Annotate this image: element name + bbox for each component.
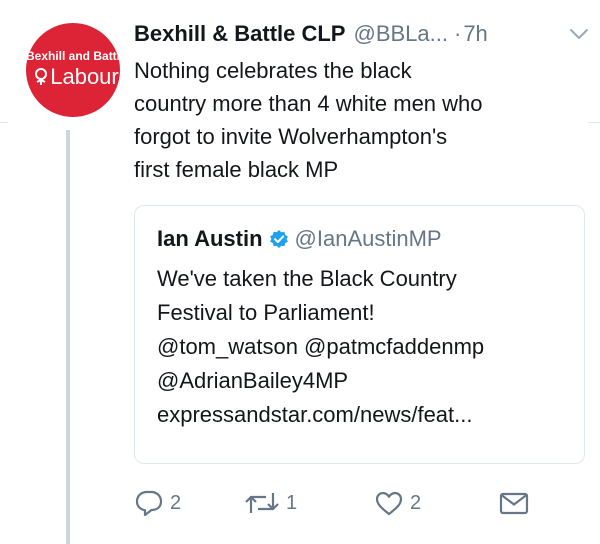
- chevron-down-icon[interactable]: [568, 25, 590, 43]
- tweet-actions: 2 1 2: [134, 486, 534, 520]
- reply-icon: [135, 490, 163, 517]
- quoted-tweet-text: We've taken the Black Country Festival t…: [157, 262, 577, 432]
- direct-message-button[interactable]: [498, 486, 530, 520]
- user-handle[interactable]: @BBLa...: [353, 21, 448, 47]
- quoted-text-line: We've taken the Black Country: [157, 266, 457, 291]
- rose-icon: [35, 68, 48, 85]
- thread-line: [66, 130, 70, 544]
- retweet-button[interactable]: 1: [244, 486, 297, 520]
- display-name[interactable]: Bexhill & Battle CLP: [134, 21, 345, 47]
- reply-count: 2: [170, 491, 182, 514]
- avatar-logo-text: Labour: [50, 64, 119, 89]
- retweet-count: 1: [286, 491, 298, 514]
- like-button[interactable]: 2: [374, 486, 421, 520]
- quoted-mentions-line[interactable]: @AdrianBailey4MP: [157, 364, 577, 398]
- tweet-text-line: first female black MP: [134, 157, 339, 182]
- direct-message-icon: [499, 492, 529, 515]
- quoted-text-line: Festival to Parliament!: [157, 300, 375, 325]
- divider: [588, 122, 600, 123]
- separator-dot: ·: [453, 21, 462, 46]
- reply-button[interactable]: 2: [134, 486, 181, 520]
- quoted-display-name: Ian Austin: [157, 226, 263, 251]
- quoted-link[interactable]: expressandstar.com/news/feat...: [157, 398, 577, 432]
- avatar-org-name: Bexhill and Battle: [26, 49, 120, 63]
- quoted-handle: @IanAustinMP: [294, 226, 442, 251]
- retweet-icon: [245, 493, 279, 513]
- divider: [0, 122, 8, 123]
- like-icon: [375, 491, 403, 516]
- verified-badge-icon: [269, 230, 288, 248]
- quoted-mentions-line[interactable]: @tom_watson @patmcfaddenmp: [157, 330, 577, 364]
- tweet-text-line: forgot to invite Wolverhampton's: [134, 124, 448, 149]
- quoted-tweet-card[interactable]: Ian Austin @IanAustinMP We've taken the …: [134, 205, 585, 464]
- tweet-text: Nothing celebrates the black country mor…: [134, 54, 574, 186]
- tweet-text-line: country more than 4 white men who: [134, 91, 483, 116]
- avatar[interactable]: Bexhill and Battle Labour: [26, 23, 120, 117]
- like-count: 2: [410, 491, 422, 514]
- tweet-header: Bexhill & Battle CLP @BBLa... · 7h: [134, 18, 600, 50]
- quoted-tweet-header: Ian Austin @IanAustinMP: [157, 224, 442, 254]
- tweet-text-line: Nothing celebrates the black: [134, 58, 412, 83]
- timestamp[interactable]: 7h: [463, 21, 487, 47]
- labour-logo: Labour: [26, 63, 120, 91]
